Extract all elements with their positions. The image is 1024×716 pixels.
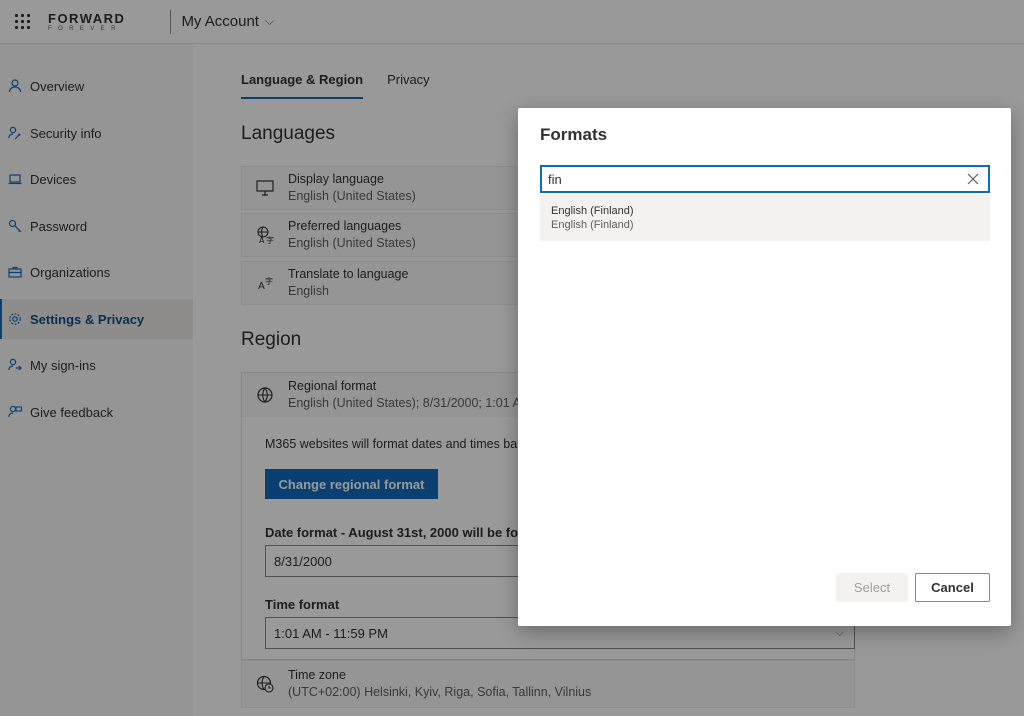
close-icon xyxy=(967,173,979,185)
select-button[interactable]: Select xyxy=(836,573,908,602)
formats-dialog: Formats fin English (Finland) English (F… xyxy=(518,108,1011,626)
search-input-value: fin xyxy=(548,171,562,187)
format-option-english-finland[interactable]: English (Finland) English (Finland) xyxy=(540,195,990,241)
result-secondary: English (Finland) xyxy=(551,219,634,231)
result-primary: English (Finland) xyxy=(551,205,634,217)
format-search-input[interactable]: fin xyxy=(540,165,990,193)
dialog-title: Formats xyxy=(540,125,608,144)
clear-search-button[interactable] xyxy=(964,170,982,188)
cancel-button[interactable]: Cancel xyxy=(915,573,990,602)
